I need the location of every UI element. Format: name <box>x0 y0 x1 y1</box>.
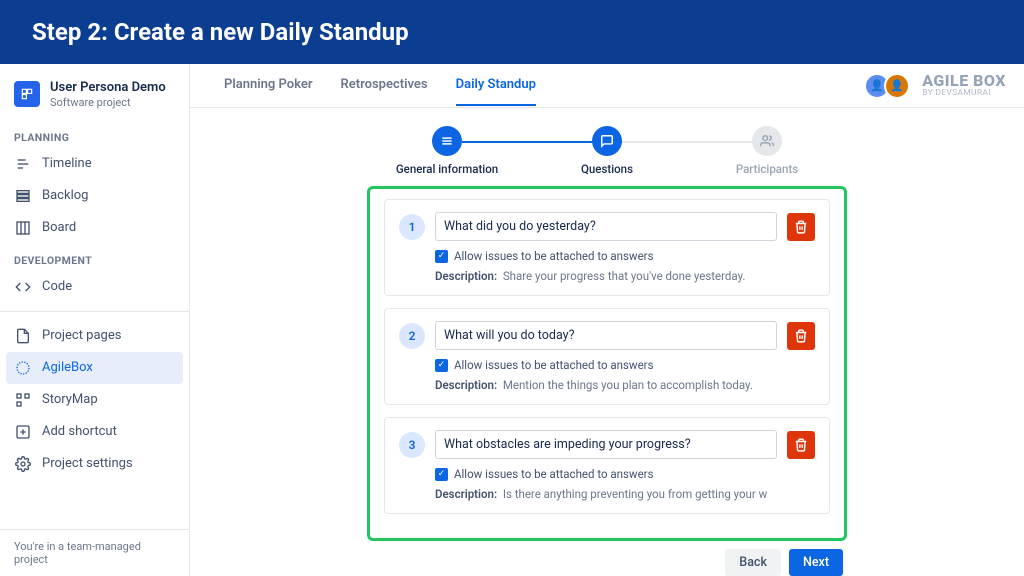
wizard-footer: Back Next <box>367 541 847 576</box>
allow-issues-checkbox[interactable]: ✓ <box>435 468 448 481</box>
question-description: Description: Share your progress that yo… <box>435 269 815 283</box>
allow-issues-checkbox[interactable]: ✓ <box>435 359 448 372</box>
step-participants[interactable]: Participants <box>687 126 847 176</box>
topbar: Planning Poker Retrospectives Daily Stan… <box>190 64 1024 108</box>
nav-label: Code <box>42 279 72 294</box>
tabs: Planning Poker Retrospectives Daily Stan… <box>224 65 536 106</box>
step-questions[interactable]: Questions <box>527 126 687 176</box>
project-header[interactable]: User Persona Demo Software project <box>0 74 189 121</box>
code-icon <box>14 278 32 296</box>
timeline-icon <box>14 155 32 173</box>
tab-retrospectives[interactable]: Retrospectives <box>341 65 428 106</box>
question-card: 2 ✓ Allow issues to be attached to answe… <box>384 308 830 405</box>
users-icon <box>752 126 782 156</box>
avatar: 👤 <box>884 73 910 99</box>
agilebox-icon <box>14 359 32 377</box>
nav-label: Project settings <box>42 456 133 471</box>
question-card: 3 ✓ Allow issues to be attached to answe… <box>384 417 830 514</box>
sidebar-item-backlog[interactable]: Backlog <box>0 180 189 212</box>
wizard-steps: General information Questions Participan… <box>190 108 1024 186</box>
back-button[interactable]: Back <box>725 549 781 576</box>
step-label: Participants <box>736 162 798 176</box>
chat-icon <box>592 126 622 156</box>
brand-sub: BY DEVSAMURAI <box>922 89 1006 98</box>
sidebar-item-agilebox[interactable]: AgileBox <box>6 352 183 384</box>
banner-title: Step 2: Create a new Daily Standup <box>32 18 992 46</box>
tutorial-banner: Step 2: Create a new Daily Standup <box>0 0 1024 64</box>
brand-logo: AGILE BOX BY DEVSAMURAI <box>922 73 1006 98</box>
allow-issues-label: Allow issues to be attached to answers <box>454 249 654 263</box>
question-number: 1 <box>399 214 425 240</box>
nav-label: AgileBox <box>42 360 93 375</box>
question-text-input[interactable] <box>435 321 777 350</box>
storymap-icon <box>14 391 32 409</box>
delete-button[interactable] <box>787 431 815 459</box>
sidebar-item-add-shortcut[interactable]: Add shortcut <box>0 416 189 448</box>
sidebar-footer: You're in a team-managed project <box>0 529 189 576</box>
section-planning-label: PLANNING <box>0 121 189 148</box>
participant-avatars[interactable]: 👤 👤 <box>870 73 910 99</box>
backlog-icon <box>14 187 32 205</box>
brand-name: AGILE BOX <box>922 73 1006 89</box>
list-icon <box>432 126 462 156</box>
project-icon <box>14 81 40 107</box>
sidebar-item-project-pages[interactable]: Project pages <box>0 320 189 352</box>
step-general[interactable]: General information <box>367 126 527 176</box>
tab-daily-standup[interactable]: Daily Standup <box>456 65 536 106</box>
sidebar-item-storymap[interactable]: StoryMap <box>0 384 189 416</box>
question-card: 1 ✓ Allow issues to be attached to answe… <box>384 199 830 296</box>
question-description: Description: Is there anything preventin… <box>435 487 815 501</box>
nav-label: Board <box>42 220 76 235</box>
question-text-input[interactable] <box>435 212 777 241</box>
allow-issues-checkbox[interactable]: ✓ <box>435 250 448 263</box>
main: Planning Poker Retrospectives Daily Stan… <box>190 64 1024 576</box>
delete-button[interactable] <box>787 213 815 241</box>
sidebar: User Persona Demo Software project PLANN… <box>0 64 190 576</box>
pages-icon <box>14 327 32 345</box>
section-dev-label: DEVELOPMENT <box>0 244 189 271</box>
sidebar-item-timeline[interactable]: Timeline <box>0 148 189 180</box>
add-shortcut-icon <box>14 423 32 441</box>
tab-planning-poker[interactable]: Planning Poker <box>224 65 313 106</box>
nav-label: Add shortcut <box>42 424 117 439</box>
question-number: 3 <box>399 432 425 458</box>
allow-issues-label: Allow issues to be attached to answers <box>454 467 654 481</box>
nav-label: StoryMap <box>42 392 98 407</box>
sidebar-item-code[interactable]: Code <box>0 271 189 303</box>
step-label: General information <box>396 162 498 176</box>
questions-highlighted-box: 1 ✓ Allow issues to be attached to answe… <box>367 186 847 541</box>
next-button[interactable]: Next <box>789 549 843 576</box>
question-description: Description: Mention the things you plan… <box>435 378 815 392</box>
allow-issues-label: Allow issues to be attached to answers <box>454 358 654 372</box>
project-type: Software project <box>50 96 166 109</box>
board-icon <box>14 219 32 237</box>
nav-label: Backlog <box>42 188 88 203</box>
sidebar-item-board[interactable]: Board <box>0 212 189 244</box>
nav-label: Project pages <box>42 328 121 343</box>
sidebar-item-project-settings[interactable]: Project settings <box>0 448 189 480</box>
divider <box>0 311 189 312</box>
project-name: User Persona Demo <box>50 80 166 96</box>
questions-panel: 1 ✓ Allow issues to be attached to answe… <box>367 186 847 576</box>
delete-button[interactable] <box>787 322 815 350</box>
question-number: 2 <box>399 323 425 349</box>
gear-icon <box>14 455 32 473</box>
nav-label: Timeline <box>42 156 92 171</box>
question-text-input[interactable] <box>435 430 777 459</box>
step-label: Questions <box>581 162 633 176</box>
